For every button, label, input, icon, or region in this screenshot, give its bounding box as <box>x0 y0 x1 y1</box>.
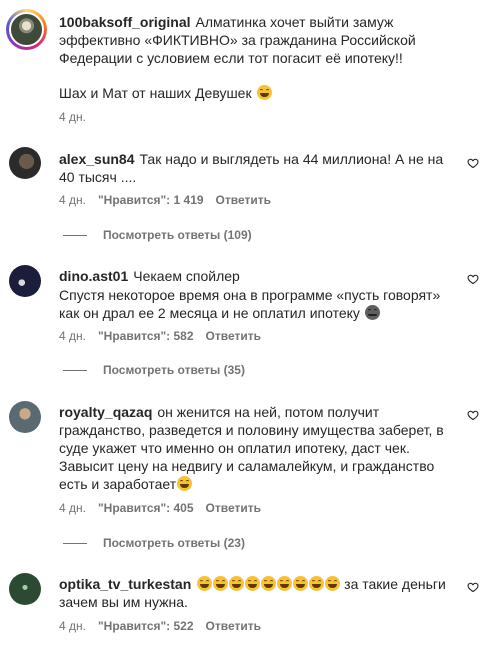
grinning-face-emoji-icon <box>293 576 309 591</box>
comment-likes[interactable]: "Нравится": 582 <box>98 329 194 343</box>
comment-text: dino.ast01 Чекаем спойлер <box>59 267 459 285</box>
comment-time: 4 дн. <box>59 329 86 343</box>
reply-button[interactable]: Ответить <box>206 329 261 343</box>
reply-button[interactable]: Ответить <box>206 501 261 515</box>
comment-avatar[interactable] <box>9 265 41 297</box>
grinning-face-emoji-icon <box>325 576 341 591</box>
view-replies-button[interactable]: Посмотреть ответы (23) <box>63 536 245 550</box>
caption-text: 100baksoff_original Алматинка хочет выйти… <box>59 13 469 67</box>
view-replies-label: Посмотреть ответы (35) <box>103 363 245 377</box>
comment-time: 4 дн. <box>59 193 86 207</box>
heart-outline-icon[interactable] <box>467 409 479 421</box>
view-replies-label: Посмотреть ответы (23) <box>103 536 245 550</box>
comment-text: optika_tv_turkestan за такие деньги заче… <box>59 575 459 611</box>
caption-line2: Шах и Мат от наших Девушек <box>59 84 469 102</box>
comment-avatar[interactable] <box>9 147 41 179</box>
grinning-face-emoji-icon <box>177 476 193 491</box>
grinning-face-emoji-icon <box>229 576 245 591</box>
laugh-emoji-row <box>196 576 341 592</box>
divider-line <box>63 369 87 371</box>
comment-avatar[interactable] <box>9 573 41 605</box>
comment-username[interactable]: royalty_qazaq <box>59 404 152 420</box>
grey-face-emoji-icon <box>364 305 380 320</box>
comment-username[interactable]: alex_sun84 <box>59 151 135 167</box>
caption-time: 4 дн. <box>59 110 86 124</box>
comment-meta: 4 дн. "Нравится": 1 419 Ответить <box>59 193 271 207</box>
grinning-face-emoji-icon <box>245 576 261 591</box>
grinning-face-emoji-icon <box>277 576 293 591</box>
comment-time: 4 дн. <box>59 619 86 633</box>
reply-button[interactable]: Ответить <box>206 619 261 633</box>
comment-username[interactable]: optika_tv_turkestan <box>59 576 191 592</box>
heart-outline-icon[interactable] <box>467 157 479 169</box>
caption-avatar[interactable] <box>6 9 47 50</box>
view-replies-button[interactable]: Посмотреть ответы (109) <box>63 228 252 242</box>
comment-meta: 4 дн. "Нравится": 522 Ответить <box>59 619 261 633</box>
comment-avatar[interactable] <box>9 401 41 433</box>
divider-line <box>63 542 87 544</box>
comment-username[interactable]: dino.ast01 <box>59 268 128 284</box>
comment-time: 4 дн. <box>59 501 86 515</box>
grinning-face-emoji-icon <box>213 576 229 591</box>
divider-line <box>63 234 87 236</box>
comment-likes[interactable]: "Нравится": 1 419 <box>98 193 204 207</box>
comment-meta: 4 дн. "Нравится": 405 Ответить <box>59 501 261 515</box>
caption-meta: 4 дн. <box>59 110 86 124</box>
comment-body: Чекаем спойлер <box>133 268 240 284</box>
grinning-face-emoji-icon <box>261 576 277 591</box>
grinning-face-emoji-icon <box>309 576 325 591</box>
view-replies-label: Посмотреть ответы (109) <box>103 228 252 242</box>
heart-outline-icon[interactable] <box>467 273 479 285</box>
grinning-face-emoji-icon <box>197 576 213 591</box>
comment-meta: 4 дн. "Нравится": 582 Ответить <box>59 329 261 343</box>
heart-outline-icon[interactable] <box>467 581 479 593</box>
caption-username[interactable]: 100baksoff_original <box>59 14 191 30</box>
comment-likes[interactable]: "Нравится": 405 <box>98 501 194 515</box>
comment-likes[interactable]: "Нравится": 522 <box>98 619 194 633</box>
comment-text: royalty_qazaq он женится на ней, потом по… <box>59 403 464 493</box>
comment-text-cont: Спустя некоторое время она в программе «… <box>59 286 459 322</box>
comment-text: alex_sun84 Так надо и выглядеть на 44 мил… <box>59 150 459 186</box>
grinning-face-emoji-icon <box>256 85 272 100</box>
comment-body-cont: Спустя некоторое время она в программе «… <box>59 287 441 321</box>
view-replies-button[interactable]: Посмотреть ответы (35) <box>63 363 245 377</box>
reply-button[interactable]: Ответить <box>216 193 271 207</box>
caption-line2-text: Шах и Мат от наших Девушек <box>59 85 252 101</box>
